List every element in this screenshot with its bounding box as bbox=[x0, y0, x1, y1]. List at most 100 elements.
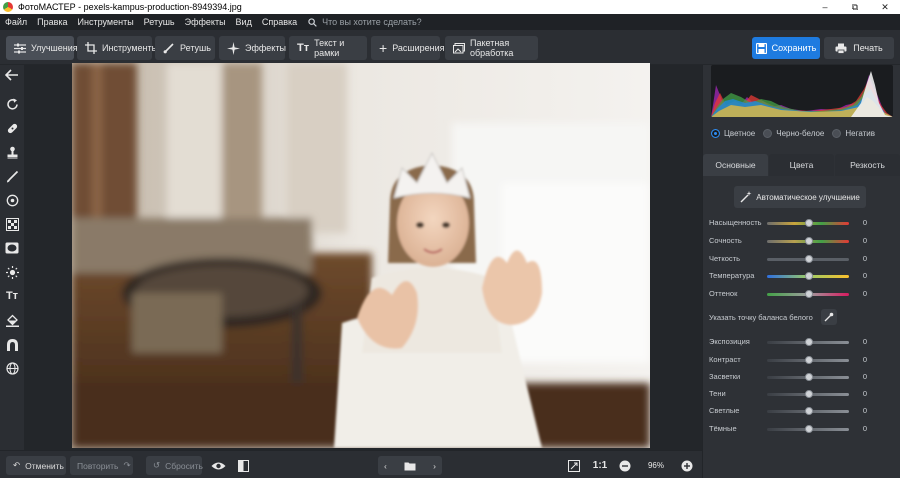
window-title: ФотоМАСТЕР - pexels-kampus-production-89… bbox=[18, 2, 242, 12]
tab-effects-label: Эффекты bbox=[245, 43, 286, 53]
auto-enhance-button[interactable]: Автоматическое улучшение bbox=[734, 186, 866, 208]
menu-tools[interactable]: Инструменты bbox=[73, 17, 139, 27]
slider-thumb[interactable] bbox=[805, 255, 813, 263]
window-controls: – ⧉ ✕ bbox=[810, 0, 900, 14]
reset-button[interactable]: ↺ Сбросить bbox=[146, 456, 203, 475]
blur-icon[interactable] bbox=[3, 335, 21, 353]
photo-preview[interactable] bbox=[72, 63, 650, 448]
tab-colors[interactable]: Цвета bbox=[769, 154, 834, 176]
crop-icon bbox=[85, 42, 97, 54]
fill-icon[interactable] bbox=[3, 311, 21, 329]
previous-icon[interactable]: ‹ bbox=[378, 461, 393, 471]
text-icon[interactable]: Tт bbox=[3, 287, 21, 305]
slider-value: 0 bbox=[862, 337, 867, 346]
radio-bw[interactable] bbox=[763, 129, 773, 138]
tab-sharpness[interactable]: Резкость bbox=[835, 154, 900, 176]
save-icon bbox=[755, 42, 767, 54]
slider-exposure[interactable]: Экспозиция 0 bbox=[703, 335, 900, 349]
radio-negative[interactable] bbox=[832, 129, 842, 138]
close-button[interactable]: ✕ bbox=[870, 0, 900, 14]
slider-blacks[interactable]: Тёмные 0 bbox=[703, 422, 900, 436]
auto-enhance-label: Автоматическое улучшение bbox=[756, 192, 860, 202]
menu-help[interactable]: Справка bbox=[257, 17, 302, 27]
slider-label: Засветки bbox=[709, 372, 741, 381]
brush-icon bbox=[163, 43, 174, 54]
slider-value: 0 bbox=[862, 254, 867, 263]
zoom-actual-button[interactable]: 1:1 bbox=[590, 456, 610, 475]
next-icon[interactable]: › bbox=[427, 461, 442, 471]
tab-batch[interactable]: Пакетная обработка bbox=[445, 36, 538, 60]
light-icon[interactable] bbox=[3, 263, 21, 281]
menu-bar: Файл Правка Инструменты Ретушь Эффекты В… bbox=[0, 14, 900, 30]
tab-effects[interactable]: Эффекты bbox=[219, 36, 286, 60]
brush-icon[interactable] bbox=[3, 167, 21, 185]
preview-eye-icon[interactable] bbox=[208, 456, 228, 475]
menu-edit[interactable]: Правка bbox=[32, 17, 72, 27]
globe-icon[interactable] bbox=[3, 359, 21, 377]
slider-contrast[interactable]: Контраст 0 bbox=[703, 353, 900, 367]
slider-thumb[interactable] bbox=[805, 272, 813, 280]
batch-icon bbox=[453, 42, 465, 53]
print-button[interactable]: Печать bbox=[824, 37, 894, 59]
undo-label: Отменить bbox=[25, 460, 64, 471]
slider-thumb[interactable] bbox=[805, 237, 813, 245]
gradient-icon[interactable] bbox=[3, 215, 21, 233]
mode-bw[interactable]: Черно-белое bbox=[763, 129, 824, 138]
slider-thumb[interactable] bbox=[805, 290, 813, 298]
slider-shadows[interactable]: Тени 0 bbox=[703, 387, 900, 401]
mode-color-label: Цветное bbox=[724, 129, 756, 138]
slider-thumb[interactable] bbox=[805, 425, 813, 433]
rotate-icon[interactable] bbox=[3, 95, 21, 113]
slider-label: Экспозиция bbox=[709, 337, 750, 346]
fit-screen-icon[interactable] bbox=[566, 456, 582, 475]
zoom-value[interactable]: 96% bbox=[642, 456, 670, 475]
slider-thumb[interactable] bbox=[805, 356, 813, 364]
slider-highlights[interactable]: Засветки 0 bbox=[703, 370, 900, 384]
minimize-button[interactable]: – bbox=[810, 0, 840, 14]
adjustments-panel: Цветное Черно-белое Негатив Основные Цве… bbox=[702, 65, 900, 478]
radio-color[interactable] bbox=[711, 129, 720, 138]
slider-thumb[interactable] bbox=[805, 219, 813, 227]
slider-thumb[interactable] bbox=[805, 390, 813, 398]
tab-tools[interactable]: Инструменты bbox=[77, 36, 158, 60]
folder-icon[interactable] bbox=[404, 461, 416, 471]
save-button[interactable]: Сохранить bbox=[752, 37, 820, 59]
search-placeholder: Что вы хотите сделать? bbox=[322, 17, 422, 27]
slider-thumb[interactable] bbox=[805, 338, 813, 346]
eyedropper-button[interactable] bbox=[820, 309, 837, 325]
patch-icon[interactable] bbox=[3, 119, 21, 137]
slider-clarity[interactable]: Четкость 0 bbox=[703, 252, 900, 266]
main-toolbar: Улучшения Инструменты Ретушь Эффекты Tт … bbox=[0, 30, 900, 65]
maximize-button[interactable]: ⧉ bbox=[840, 0, 870, 14]
redo-button[interactable]: Повторить ↷ bbox=[70, 456, 133, 475]
radial-icon[interactable] bbox=[3, 191, 21, 209]
menu-effects[interactable]: Эффекты bbox=[180, 17, 231, 27]
tab-retouch[interactable]: Ретушь bbox=[155, 36, 215, 60]
slider-thumb[interactable] bbox=[805, 373, 813, 381]
slider-vibrance[interactable]: Сочность 0 bbox=[703, 234, 900, 248]
stamp-icon[interactable] bbox=[3, 143, 21, 161]
slider-thumb[interactable] bbox=[805, 407, 813, 415]
slider-whites[interactable]: Светлые 0 bbox=[703, 404, 900, 418]
compare-icon[interactable] bbox=[234, 456, 252, 475]
print-label: Печать bbox=[853, 43, 883, 53]
zoom-out-icon[interactable] bbox=[617, 456, 633, 475]
command-search[interactable]: Что вы хотите сделать? bbox=[308, 17, 422, 27]
tab-enhancements[interactable]: Улучшения bbox=[6, 36, 78, 60]
menu-retouch[interactable]: Ретушь bbox=[139, 17, 180, 27]
vignette-icon[interactable] bbox=[3, 239, 21, 257]
menu-file[interactable]: Файл bbox=[0, 17, 32, 27]
back-arrow-icon[interactable] bbox=[3, 66, 21, 84]
slider-saturation[interactable]: Насыщенность 0 bbox=[703, 216, 900, 230]
undo-button[interactable]: ↶ Отменить bbox=[6, 456, 66, 475]
mode-negative[interactable]: Негатив bbox=[832, 129, 875, 138]
tab-basic[interactable]: Основные bbox=[703, 154, 768, 176]
slider-temperature[interactable]: Температура 0 bbox=[703, 269, 900, 283]
tab-extensions[interactable]: + Расширения bbox=[371, 36, 445, 60]
menu-view[interactable]: Вид bbox=[231, 17, 257, 27]
plus-icon: + bbox=[379, 40, 388, 56]
zoom-in-icon[interactable] bbox=[679, 456, 695, 475]
mode-color[interactable]: Цветное bbox=[711, 129, 755, 138]
tab-text-frames[interactable]: Tт Текст и рамки bbox=[289, 36, 367, 60]
slider-tint[interactable]: Оттенок 0 bbox=[703, 287, 900, 301]
